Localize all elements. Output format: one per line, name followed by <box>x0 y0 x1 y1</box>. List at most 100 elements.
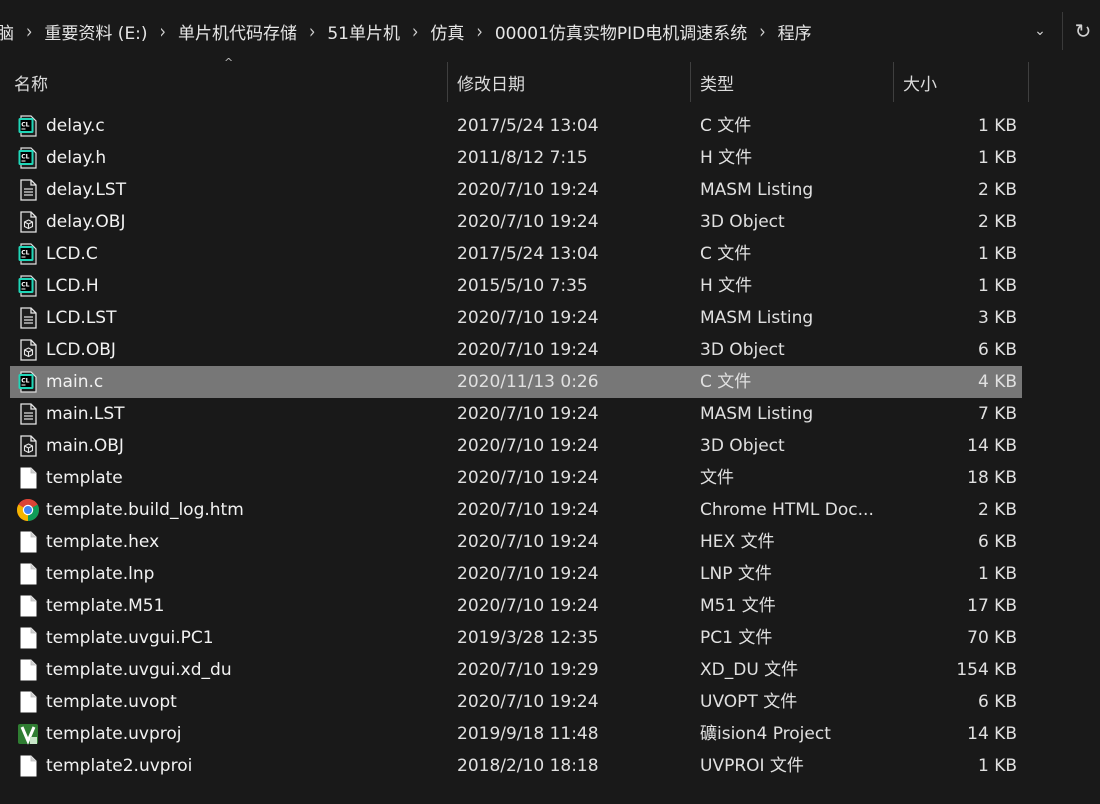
address-bar[interactable]: 脑 › 重要资料 (E:) › 单片机代码存储 › 51单片机 › 仿真 › 00001仿真实物PI… <box>0 0 1100 62</box>
file-row[interactable]: LCD.LST 2020/7/10 19:24 MASM Listing 3 KB <box>10 302 1022 334</box>
address-history-dropdown[interactable]: ⌄ <box>1018 12 1063 50</box>
file-modified-date: 2020/7/10 19:24 <box>457 340 599 360</box>
file-type: H 文件 <box>700 148 753 168</box>
file-size: 3 KB <box>977 308 1017 328</box>
breadcrumb-item[interactable]: 00001仿真实物PID电机调速系统 <box>489 19 753 44</box>
file-row[interactable]: LCD.OBJ 2020/7/10 19:24 3D Object 6 KB <box>10 334 1022 366</box>
column-header-type[interactable]: 类型 <box>690 62 893 102</box>
file-name: LCD.LST <box>46 308 117 328</box>
breadcrumb-item[interactable]: 重要资料 (E:) <box>38 19 153 44</box>
svg-text:CL: CL <box>21 250 29 257</box>
breadcrumb-chevron-icon[interactable]: › <box>470 20 488 43</box>
blank-file-icon <box>16 690 40 714</box>
file-type: MASM Listing <box>700 404 814 424</box>
file-row[interactable]: template.lnp 2020/7/10 19:24 LNP 文件 1 KB <box>10 558 1022 590</box>
file-name: template.hex <box>46 532 160 552</box>
file-row[interactable]: template 2020/7/10 19:24 文件 18 KB <box>10 462 1022 494</box>
file-name: delay.c <box>46 116 105 136</box>
file-size: 2 KB <box>977 500 1017 520</box>
file-name: template.lnp <box>46 564 155 584</box>
breadcrumb-item[interactable]: 脑 <box>0 19 20 44</box>
file-modified-date: 2020/7/10 19:29 <box>457 660 599 680</box>
breadcrumb: 脑 › 重要资料 (E:) › 单片机代码存储 › 51单片机 › 仿真 › 00001仿真实物PI… <box>0 0 1018 62</box>
file-modified-date: 2020/7/10 19:24 <box>457 180 599 200</box>
column-header-size[interactable]: 大小 <box>893 62 1028 102</box>
breadcrumb-item[interactable]: 51单片机 <box>321 19 406 44</box>
text-file-icon <box>16 306 40 330</box>
file-row[interactable]: template2.uvproi 2018/2/10 18:18 UVPROI 文件… <box>10 750 1022 782</box>
file-type: PC1 文件 <box>700 628 773 648</box>
chevron-down-icon: ⌄ <box>1034 23 1046 39</box>
blank-file-icon <box>16 594 40 618</box>
file-size: 2 KB <box>977 180 1017 200</box>
file-modified-date: 2020/7/10 19:24 <box>457 468 599 488</box>
file-row[interactable]: main.LST 2020/7/10 19:24 MASM Listing 7 KB <box>10 398 1022 430</box>
file-name: LCD.H <box>46 276 99 296</box>
file-type: 3D Object <box>700 212 785 232</box>
file-type: 3D Object <box>700 436 785 456</box>
file-row[interactable]: template.hex 2020/7/10 19:24 HEX 文件 6 KB <box>10 526 1022 558</box>
file-row[interactable]: template.M51 2020/7/10 19:24 M51 文件 17 KB <box>10 590 1022 622</box>
column-divider[interactable] <box>1028 62 1029 102</box>
file-row[interactable]: CL LCD.H 2015/5/10 7:35 H 文件 1 KB <box>10 270 1022 302</box>
blank-file-icon <box>16 626 40 650</box>
column-header-date[interactable]: 修改日期 <box>447 62 690 102</box>
file-row[interactable]: template.uvproj 2019/9/18 11:48 礦ision4 Pr… <box>10 718 1022 750</box>
file-name: template <box>46 468 123 488</box>
file-modified-date: 2020/7/10 19:24 <box>457 692 599 712</box>
file-modified-date: 2020/7/10 19:24 <box>457 212 599 232</box>
breadcrumb-chevron-icon[interactable]: › <box>303 20 321 43</box>
file-size: 1 KB <box>977 756 1017 776</box>
breadcrumb-item[interactable]: 仿真 <box>424 19 470 44</box>
svg-text:CL: CL <box>21 282 29 289</box>
file-row[interactable]: template.uvgui.xd_du 2020/7/10 19:29 XD_DU… <box>10 654 1022 686</box>
file-size: 1 KB <box>977 148 1017 168</box>
breadcrumb-chevron-icon[interactable]: › <box>753 20 771 43</box>
file-name: LCD.OBJ <box>46 340 116 360</box>
file-row[interactable]: delay.LST 2020/7/10 19:24 MASM Listing 2 KB <box>10 174 1022 206</box>
breadcrumb-chevron-icon[interactable]: › <box>154 20 172 43</box>
file-size: 1 KB <box>977 116 1017 136</box>
breadcrumb-item[interactable]: 程序 <box>772 19 818 44</box>
3d-object-icon <box>16 338 40 362</box>
clion-file-icon: CL <box>16 114 40 138</box>
clion-file-icon: CL <box>16 274 40 298</box>
file-modified-date: 2011/8/12 7:15 <box>457 148 588 168</box>
file-name: template.uvgui.xd_du <box>46 660 232 680</box>
clion-file-icon: CL <box>16 146 40 170</box>
file-size: 14 KB <box>967 436 1017 456</box>
keil-uvision-icon <box>16 722 40 746</box>
file-row[interactable]: template.uvopt 2020/7/10 19:24 UVOPT 文件 6 K… <box>10 686 1022 718</box>
breadcrumb-chevron-icon[interactable]: › <box>20 20 38 43</box>
file-modified-date: 2019/9/18 11:48 <box>457 724 599 744</box>
file-row[interactable]: main.OBJ 2020/7/10 19:24 3D Object 14 KB <box>10 430 1022 462</box>
breadcrumb-item[interactable]: 单片机代码存储 <box>172 19 303 44</box>
file-type: LNP 文件 <box>700 564 772 584</box>
file-row[interactable]: template.uvgui.PC1 2019/3/28 12:35 PC1 文件 7… <box>10 622 1022 654</box>
file-row[interactable]: CL LCD.C 2017/5/24 13:04 C 文件 1 KB <box>10 238 1022 270</box>
text-file-icon <box>16 178 40 202</box>
file-type: UVPROI 文件 <box>700 756 804 776</box>
file-size: 6 KB <box>977 340 1017 360</box>
file-row[interactable]: template.build_log.htm 2020/7/10 19:24 Chr… <box>10 494 1022 526</box>
file-modified-date: 2018/2/10 18:18 <box>457 756 599 776</box>
file-row[interactable]: CL main.c 2020/11/13 0:26 C 文件 4 KB <box>10 366 1022 398</box>
file-row[interactable]: CL delay.c 2017/5/24 13:04 C 文件 1 KB <box>10 110 1022 142</box>
file-type: MASM Listing <box>700 308 814 328</box>
blank-file-icon <box>16 754 40 778</box>
file-type: C 文件 <box>700 116 752 136</box>
file-modified-date: 2020/7/10 19:24 <box>457 596 599 616</box>
file-row[interactable]: delay.OBJ 2020/7/10 19:24 3D Object 2 KB <box>10 206 1022 238</box>
file-name: template.uvopt <box>46 692 177 712</box>
refresh-icon: ↻ <box>1074 19 1092 43</box>
file-row[interactable]: CL delay.h 2011/8/12 7:15 H 文件 1 KB <box>10 142 1022 174</box>
column-header-name[interactable]: 名称 ^ <box>4 56 447 102</box>
column-header-size-label: 大小 <box>903 74 937 95</box>
file-size: 1 KB <box>977 276 1017 296</box>
breadcrumb-chevron-icon[interactable]: › <box>406 20 424 43</box>
file-type: MASM Listing <box>700 180 814 200</box>
file-size: 6 KB <box>977 692 1017 712</box>
file-size: 14 KB <box>967 724 1017 744</box>
file-modified-date: 2020/7/10 19:24 <box>457 532 599 552</box>
refresh-button[interactable]: ↻ <box>1066 12 1100 50</box>
